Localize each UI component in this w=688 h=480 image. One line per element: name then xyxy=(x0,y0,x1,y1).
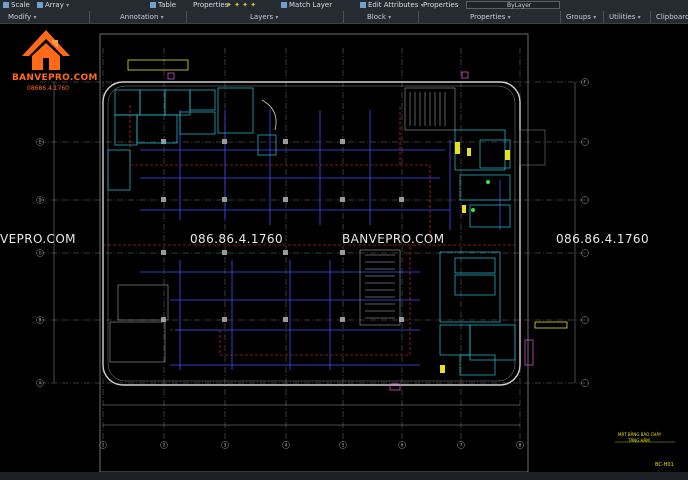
rooms-right xyxy=(439,129,516,376)
panel-divider xyxy=(89,11,90,23)
scale-icon xyxy=(3,2,9,8)
structural-columns xyxy=(161,139,404,322)
table-icon xyxy=(150,2,156,8)
panel-divider xyxy=(186,11,187,23)
panel-properties[interactable]: Properties ▾ xyxy=(470,12,511,23)
svg-text:8: 8 xyxy=(519,443,522,448)
panel-utilities[interactable]: Utilities ▾ xyxy=(609,12,641,23)
logo-brand: BANVEPRO.COM xyxy=(12,73,98,83)
panel-clipboard[interactable]: Clipboard xyxy=(656,12,688,23)
building-outline xyxy=(102,81,521,386)
watermark-1: VEPRO.COM xyxy=(0,232,76,246)
scale-tool[interactable]: Scale xyxy=(3,0,30,11)
svg-text:5: 5 xyxy=(342,443,345,448)
panel-divider xyxy=(603,11,604,23)
device-markers xyxy=(127,59,568,391)
properties-tool[interactable]: Properties xyxy=(423,0,458,11)
ribbon-toolbar: Scale Array ▾ Table Properties ✦ ✦ ✦ ✦ M… xyxy=(0,0,688,24)
panel-modify[interactable]: Modify ▾ xyxy=(8,12,36,23)
svg-text:D: D xyxy=(38,198,41,203)
edit-attributes-tool[interactable]: Edit Attributes ▾ xyxy=(360,0,424,11)
svg-text:6: 6 xyxy=(401,443,404,448)
table-tool[interactable]: Table xyxy=(150,0,176,11)
watermark-2: 086.86.4.1760 xyxy=(190,232,283,246)
layer-properties-tool[interactable]: Properties xyxy=(193,0,228,11)
sheet-title: MẶT BẰNG BÁO CHÁY xyxy=(618,432,662,437)
svg-text:2: 2 xyxy=(163,443,166,448)
panel-divider xyxy=(650,11,651,23)
panel-annotation[interactable]: Annotation ▾ xyxy=(120,12,164,23)
panel-divider xyxy=(343,11,344,23)
array-tool[interactable]: Array ▾ xyxy=(37,0,69,11)
svg-text:A: A xyxy=(39,381,42,386)
panel-groups[interactable]: Groups ▾ xyxy=(566,12,596,23)
sheet-code: BC-H01 xyxy=(655,462,674,468)
grid-labels: 1 2 3 4 5 6 7 8 A B C D E F xyxy=(38,80,586,448)
grid-bubbles xyxy=(36,78,589,449)
match-layer-icon xyxy=(281,2,287,8)
array-icon xyxy=(37,2,43,8)
status-bar xyxy=(0,472,688,480)
svg-text:F: F xyxy=(584,80,587,85)
rooms-top-left xyxy=(107,87,277,191)
drawing-canvas[interactable]: 1 2 3 4 5 6 7 8 A B C D E F xyxy=(0,24,688,472)
watermark-3: BANVEPRO.COM xyxy=(342,232,445,246)
ramp-curve xyxy=(261,99,277,131)
panel-block[interactable]: Block ▾ xyxy=(367,12,391,23)
svg-text:4: 4 xyxy=(285,443,288,448)
svg-text:3: 3 xyxy=(224,443,227,448)
panel-divider xyxy=(418,11,419,23)
logo-house-icon xyxy=(22,30,70,70)
sheet-subtitle: TẦNG HẦM xyxy=(628,438,650,443)
svg-text:7: 7 xyxy=(460,443,463,448)
svg-text:C: C xyxy=(39,251,42,256)
watermark-4: 086.86.4.1760 xyxy=(556,232,649,246)
layer-icons-row[interactable]: ✦ ✦ ✦ ✦ xyxy=(226,0,256,11)
linetype-dropdown[interactable]: ByLayer xyxy=(466,1,560,9)
panel-divider xyxy=(560,11,561,23)
svg-text:1: 1 xyxy=(102,443,105,448)
match-layer-tool[interactable]: Match Layer xyxy=(281,0,332,11)
panel-layers[interactable]: Layers ▾ xyxy=(250,12,278,23)
svg-text:B: B xyxy=(39,318,42,323)
edit-attributes-icon xyxy=(360,2,366,8)
dimension-lines xyxy=(53,82,576,426)
logo-phone: 08686.4.1760 xyxy=(27,85,69,92)
